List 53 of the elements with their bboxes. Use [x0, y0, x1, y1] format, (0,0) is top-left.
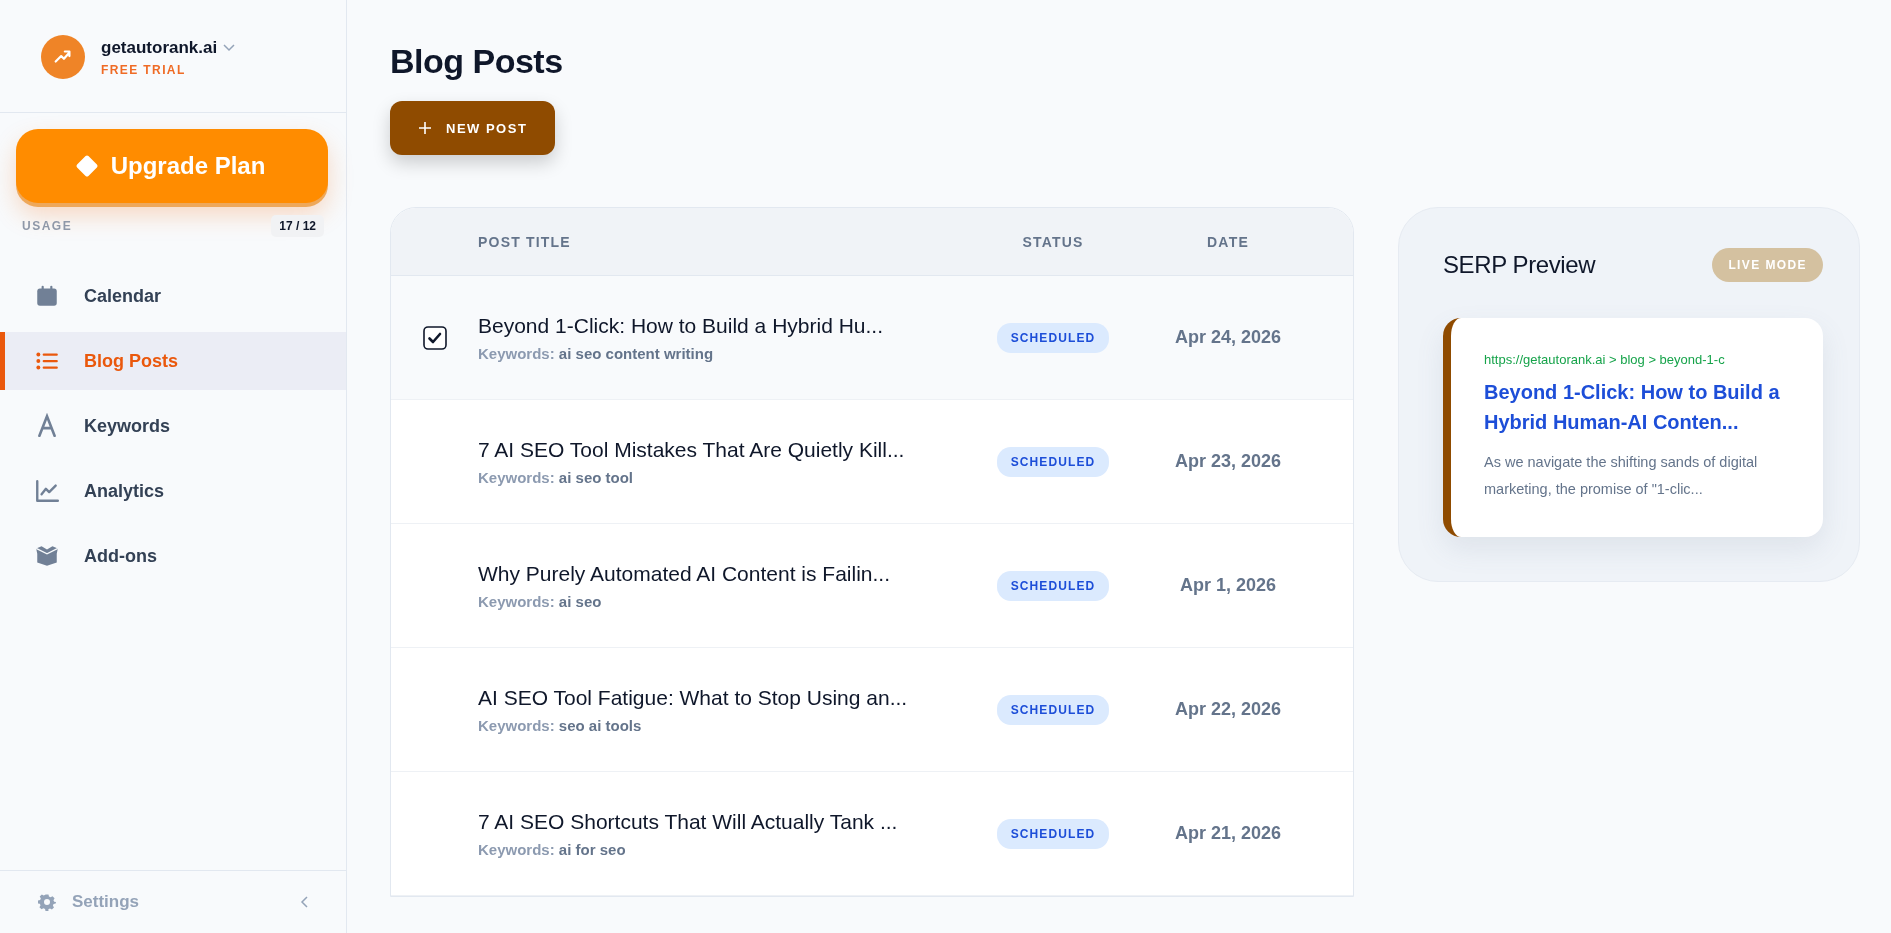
keywords-value: ai seo	[558, 592, 602, 610]
post-date: Apr 22, 2026	[1174, 699, 1282, 720]
line-chart-icon	[34, 478, 60, 504]
post-title[interactable]: AI SEO Tool Fatigue: What to Stop Using an...	[478, 685, 998, 710]
nav-item[interactable]: Keywords	[0, 397, 346, 455]
column-header[interactable]: DATE	[1108, 233, 1348, 250]
post-date: Apr 1, 2026	[1179, 575, 1277, 596]
post-title[interactable]: Beyond 1-Click: How to Build a Hybrid Hu...	[478, 313, 998, 338]
nav-item[interactable]: Analytics	[0, 462, 346, 520]
live-mode-badge: LIVE MODE	[1712, 248, 1823, 282]
keywords-label: Keywords:	[478, 716, 555, 734]
post-date: Apr 24, 2026	[1174, 327, 1282, 348]
nav-item[interactable]: Calendar	[0, 267, 346, 325]
column-header[interactable]: STATUS	[998, 233, 1108, 250]
usage-label: USAGE	[22, 219, 73, 233]
keywords-label: Keywords:	[478, 840, 555, 858]
result-snippet: As we navigate the shifting sands of digital marketing, the promise of "1-clic...	[1484, 453, 1759, 499]
status-badge: SCHEDULED	[996, 694, 1110, 725]
keywords-label: Keywords:	[478, 344, 555, 362]
result-headline[interactable]: Beyond 1-Click: How to Build a Hybrid Human-AI Conten...	[1484, 377, 1795, 437]
keywords-value: ai seo tool	[558, 468, 634, 486]
status-badge: SCHEDULED	[996, 570, 1110, 601]
checked-checkbox[interactable]	[422, 325, 447, 350]
keywords-value: ai seo content writing	[558, 344, 714, 362]
post-date: Apr 21, 2026	[1174, 823, 1282, 844]
open-box-icon	[34, 543, 60, 569]
status-badge: SCHEDULED	[996, 322, 1110, 353]
post-date: Apr 23, 2026	[1174, 451, 1282, 472]
keywords-value: ai for seo	[558, 840, 626, 858]
collapse-chevron-icon[interactable]	[300, 896, 308, 908]
trend-arrow-logo-icon	[41, 35, 85, 79]
settings-icon	[38, 893, 56, 911]
keywords-value: seo ai tools	[558, 716, 642, 734]
panel-title: SERP Preview	[1443, 251, 1596, 279]
keywords-label: Keywords:	[478, 468, 555, 486]
status-badge: SCHEDULED	[996, 446, 1110, 477]
new-post-button[interactable]: NEW POST	[390, 101, 556, 155]
plus-icon	[418, 121, 432, 135]
post-title[interactable]: 7 AI SEO Tool Mistakes That Are Quietly Kill...	[478, 437, 998, 462]
keywords-label: Keywords:	[478, 592, 555, 610]
column-header[interactable]: POST TITLE	[478, 233, 998, 250]
post-title[interactable]: Why Purely Automated AI Content is Failin...	[478, 561, 998, 586]
post-title[interactable]: 7 AI SEO Shortcuts That Will Actually Tank ...	[478, 809, 998, 834]
calendar-icon	[34, 283, 60, 309]
usage-count: 17 / 12	[271, 215, 324, 237]
result-url: https://getautorank.ai > blog > beyond-1-c	[1484, 352, 1726, 367]
chevron-down-icon[interactable]	[223, 43, 236, 52]
page-title: Blog Posts	[390, 42, 563, 81]
post-row[interactable]: Beyond 1-Click: How to Build a Hybrid Hu... Keywords: ai seo content writing SCHEDULED Apr 24, 2026	[391, 276, 1353, 400]
status-badge: SCHEDULED	[996, 818, 1110, 849]
workspace-name[interactable]: getautorank.ai	[101, 37, 218, 58]
nav-item[interactable]: Add-ons	[0, 527, 346, 585]
plan-label: FREE TRIAL	[101, 62, 186, 77]
